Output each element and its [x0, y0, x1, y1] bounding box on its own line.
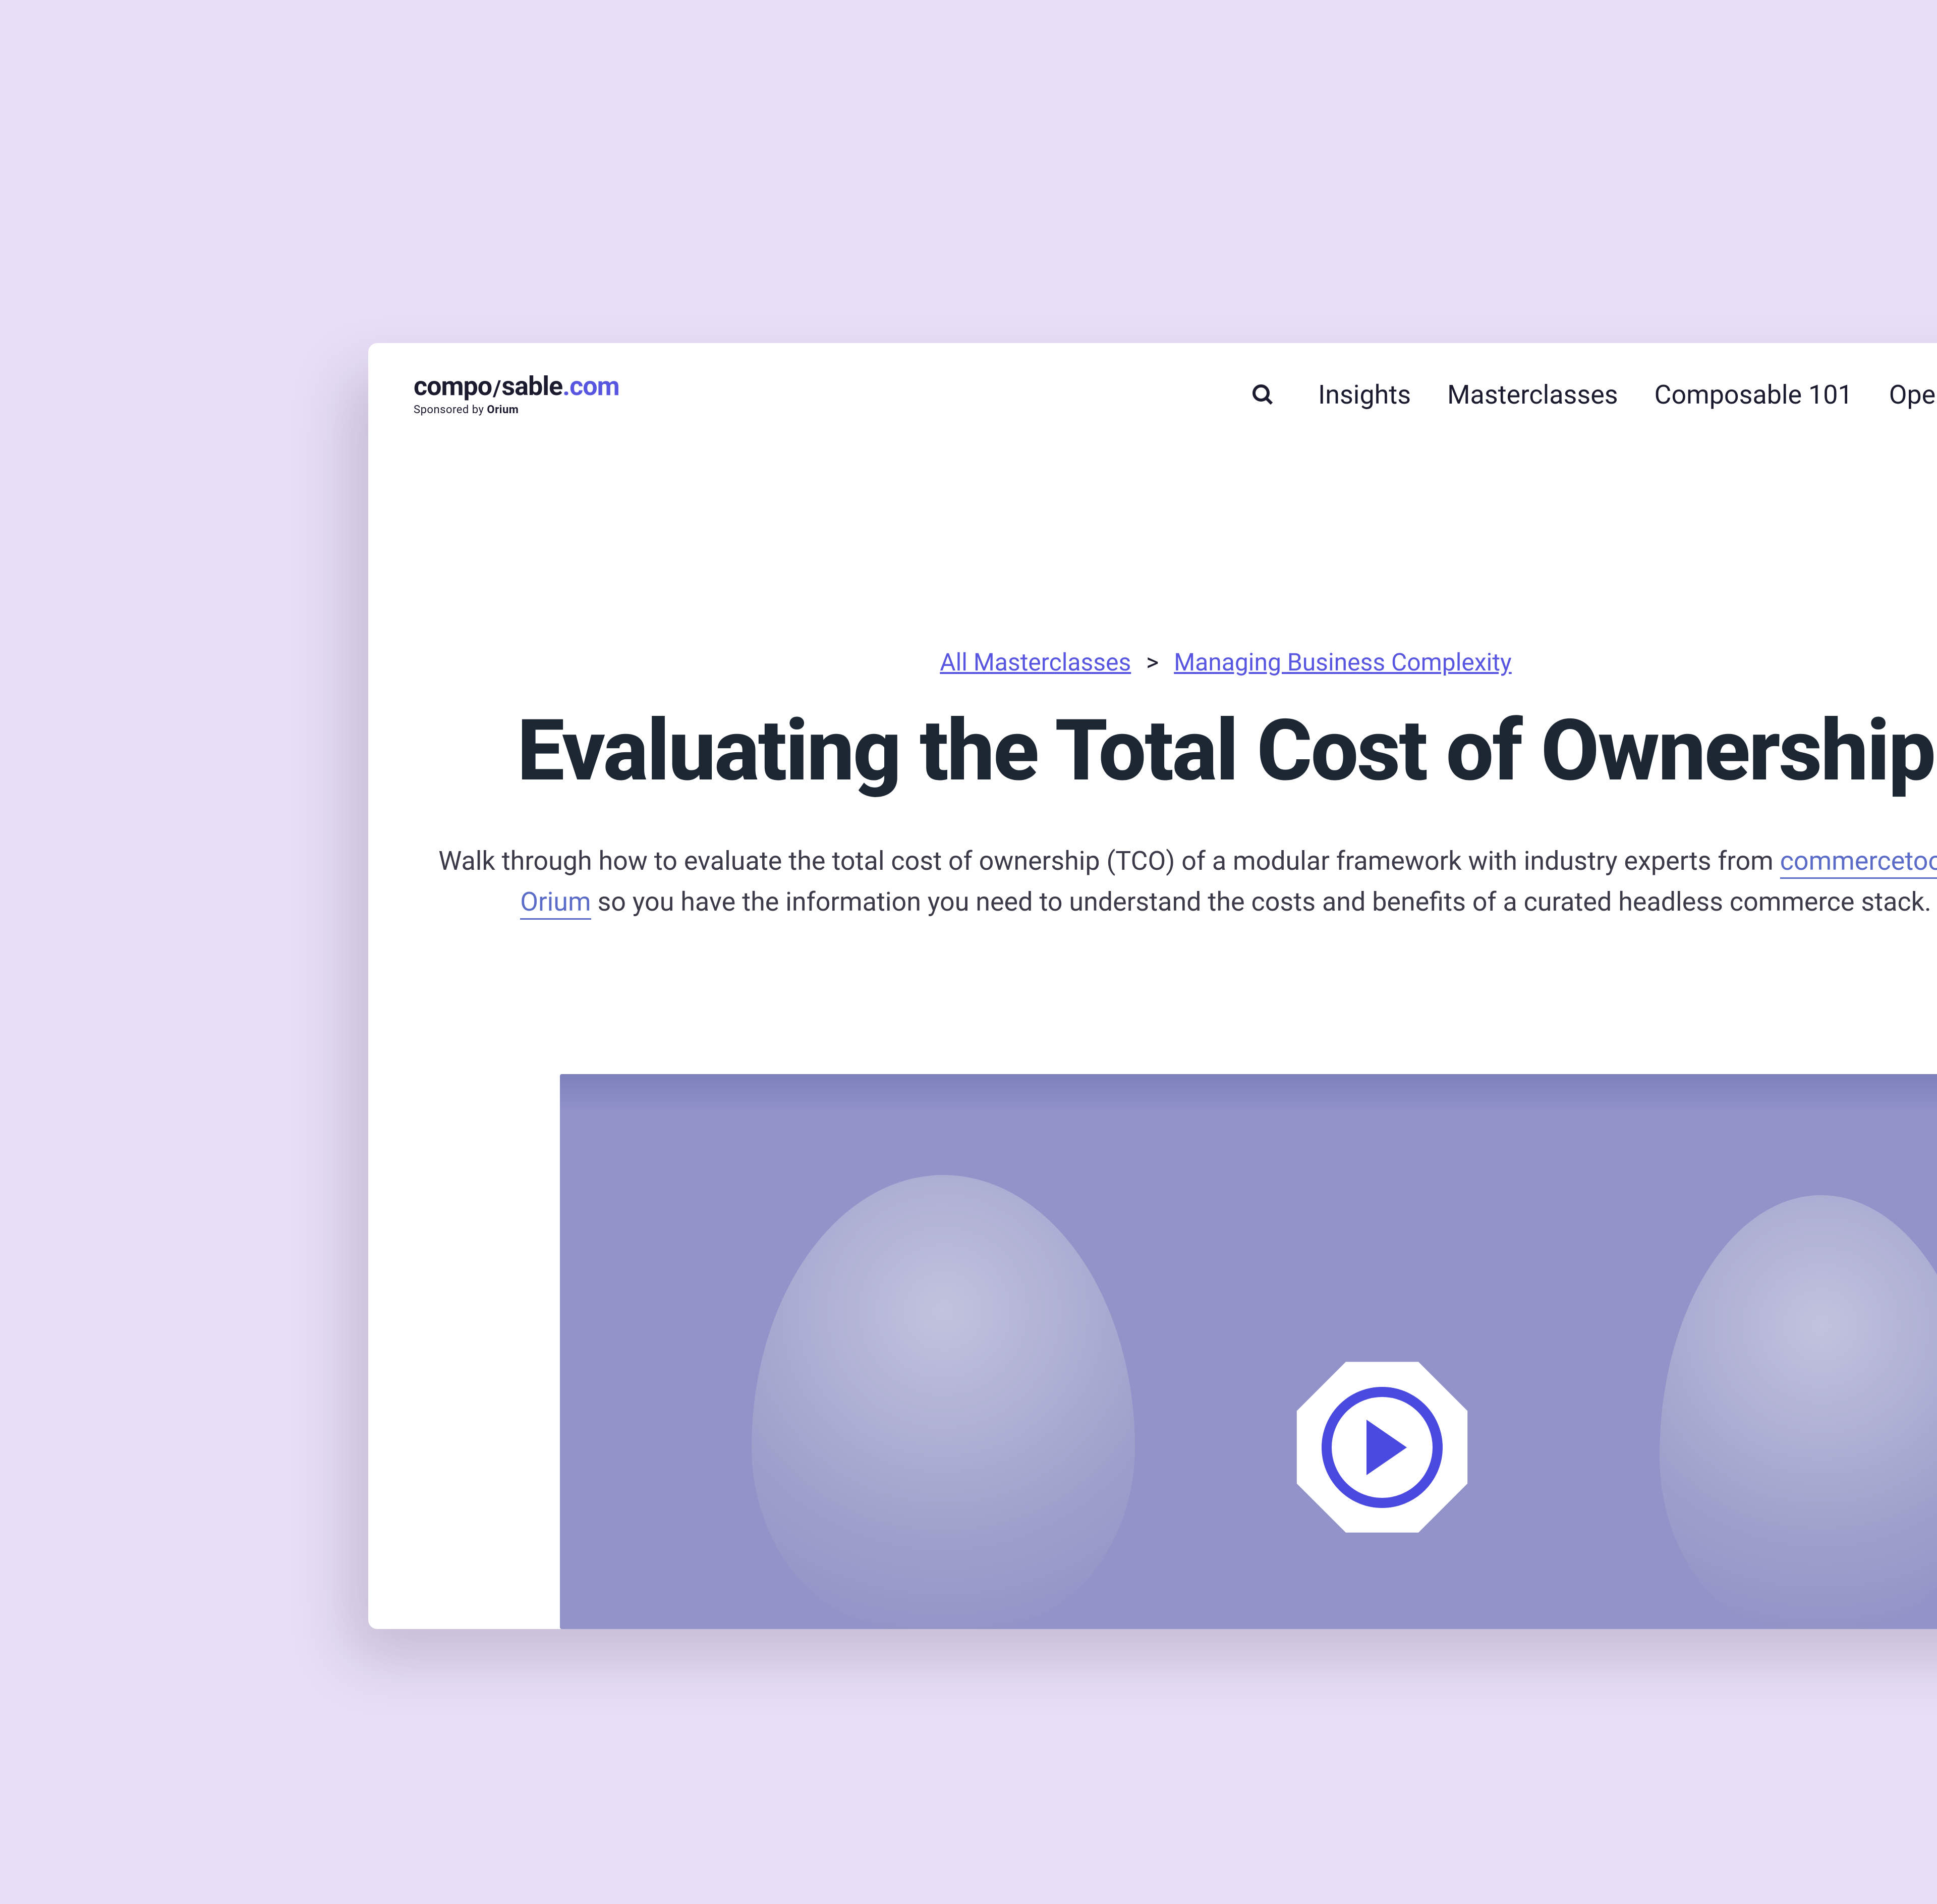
logo-text-sable: sable — [501, 373, 562, 400]
intro-text-post: so you have the information you need to … — [591, 886, 1931, 917]
logo[interactable]: compo / sable .com Sponsored by Orium — [414, 373, 619, 416]
page-intro: Walk through how to evaluate the total c… — [368, 841, 1937, 922]
nav-item-composable-101[interactable]: Composable 101 — [1655, 379, 1853, 410]
play-button[interactable] — [1291, 1357, 1473, 1538]
primary-nav: Insights Masterclasses Composable 101 Op… — [1318, 379, 1937, 410]
nav-item-open-source[interactable]: Open Source — [1889, 379, 1937, 410]
site-header: compo / sable .com Sponsored by Orium In… — [368, 343, 1937, 436]
logo-subline: Sponsored by Orium — [414, 405, 619, 416]
logo-subline-brand: Orium — [487, 404, 519, 416]
search-button[interactable] — [1247, 379, 1278, 410]
logo-slash-icon: / — [493, 377, 500, 400]
logo-wordmark: compo / sable .com — [414, 373, 619, 400]
breadcrumb-separator: > — [1146, 648, 1159, 677]
nav-item-masterclasses[interactable]: Masterclasses — [1447, 379, 1618, 410]
play-icon — [1366, 1420, 1407, 1475]
video-thumbnail[interactable] — [560, 1074, 1937, 1629]
intro-text-pre: Walk through how to evaluate the total c… — [438, 846, 1780, 876]
logo-text-compo: compo — [414, 373, 492, 400]
breadcrumb-link-managing-business-complexity[interactable]: Managing Business Complexity — [1174, 648, 1512, 677]
search-icon — [1250, 382, 1275, 407]
page-title: Evaluating the Total Cost of Ownership — [368, 707, 1937, 796]
nav-item-insights[interactable]: Insights — [1318, 379, 1411, 410]
page-card: compo / sable .com Sponsored by Orium In… — [368, 343, 1937, 1629]
intro-link-orium[interactable]: Orium — [520, 886, 591, 920]
logo-text-dotcom: .com — [562, 373, 619, 400]
intro-link-commercetools[interactable]: commercetools — [1780, 846, 1937, 879]
breadcrumb-link-all-masterclasses[interactable]: All Masterclasses — [940, 648, 1131, 677]
logo-subline-prefix: Sponsored by — [414, 404, 487, 416]
breadcrumb: All Masterclasses > Managing Business Co… — [368, 648, 1937, 677]
